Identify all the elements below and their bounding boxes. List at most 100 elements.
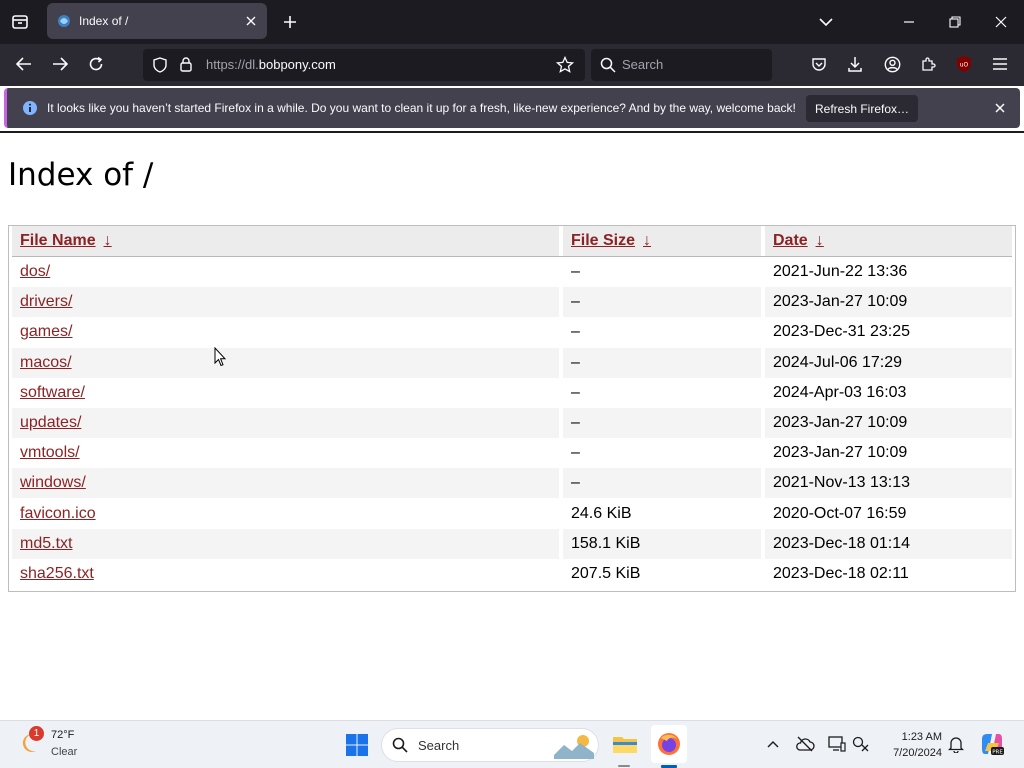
tracking-protection-shield-icon[interactable] [152, 57, 168, 77]
display-settings-icon[interactable] [826, 734, 848, 754]
file-link[interactable]: macos/ [20, 354, 72, 372]
firefox-taskbar-icon[interactable] [651, 725, 687, 763]
file-name-cell: dos/ [12, 257, 559, 287]
sort-by-date-link[interactable]: Date ↓ [773, 232, 824, 250]
account-icon[interactable] [876, 48, 908, 80]
file-link[interactable]: drivers/ [20, 293, 72, 311]
table-row: software/ – 2024-Apr-03 16:03 [12, 378, 1012, 408]
network-volume-icon[interactable] [850, 734, 872, 754]
cloud-offline-icon[interactable] [794, 734, 816, 754]
file-date-cell: 2023-Dec-18 01:14 [765, 528, 1012, 559]
taskbar-search-icon [392, 737, 408, 757]
new-tab-button[interactable] [270, 2, 310, 42]
page-title: Index of / [8, 157, 154, 193]
file-link[interactable]: dos/ [20, 263, 50, 281]
search-icon [600, 57, 616, 77]
info-icon [22, 100, 38, 120]
url-text: https://dl.bobpony.com [206, 57, 336, 72]
file-link[interactable]: windows/ [20, 474, 86, 492]
sort-by-name-link[interactable]: File Name ↓ [20, 232, 112, 250]
file-size-cell: 158.1 KiB [563, 528, 761, 559]
list-tabs-chevron-icon[interactable] [806, 2, 846, 42]
file-date-cell: 2023-Jan-27 10:09 [765, 287, 1012, 318]
table-row: favicon.ico 24.6 KiB 2020-Oct-07 16:59 [12, 499, 1012, 529]
notification-bell-icon[interactable] [946, 734, 966, 754]
file-size-cell: – [563, 408, 761, 438]
column-header-file-size: File Size ↓ [563, 226, 761, 256]
file-size-cell: – [571, 263, 580, 280]
taskbar-search-placeholder: Search [418, 738, 460, 753]
tab-overview-icon[interactable] [0, 2, 40, 42]
search-bar[interactable]: Search [591, 49, 772, 81]
file-name-cell: sha256.txt [12, 559, 559, 589]
file-name-cell: favicon.ico [12, 499, 559, 529]
file-date-cell: 2023-Dec-31 23:25 [773, 323, 910, 341]
file-size-cell: – [563, 287, 761, 318]
clock-time: 1:23 AM [901, 731, 942, 743]
file-date-cell: 2021-Nov-13 13:13 [765, 468, 1012, 499]
svg-text:uO: uO [960, 62, 969, 69]
file-size-cell: 24.6 KiB [571, 504, 632, 522]
file-date-cell: 2024-Jul-06 17:29 [765, 347, 1012, 378]
file-link[interactable]: favicon.ico [20, 505, 96, 523]
tab-close-icon[interactable] [241, 11, 261, 31]
downloads-icon[interactable] [839, 48, 871, 80]
table-row: games/ – 2023-Dec-31 23:25 [12, 317, 1012, 347]
taskbar-search-box[interactable]: Search [381, 728, 599, 762]
close-window-button[interactable] [981, 2, 1021, 42]
column-header-file-name: File Name ↓ [12, 226, 559, 256]
refresh-firefox-button[interactable]: Refresh Firefox… [806, 95, 918, 122]
file-listing-table: File Name ↓ File Size ↓ Date ↓ dos/–2021-Ju… [8, 225, 1016, 592]
pocket-icon[interactable] [803, 48, 835, 80]
menu-hamburger-icon[interactable] [984, 48, 1016, 80]
file-name-cell: games/ [12, 317, 559, 347]
file-link[interactable]: md5.txt [20, 535, 72, 553]
system-clock[interactable]: 1:23 AM 7/20/2024 [876, 729, 942, 761]
tab-strip: Index of / [0, 0, 1024, 44]
file-date-cell: 2021-Jun-22 13:36 [773, 263, 908, 280]
lock-icon[interactable] [179, 56, 193, 76]
table-row: dos/ – 2021-Jun-22 13:36 [12, 257, 1012, 287]
file-name-cell: md5.txt [12, 528, 559, 559]
file-size-cell: 207.5 KiB [571, 565, 641, 582]
copilot-icon[interactable]: PRE [978, 730, 1006, 758]
reload-button[interactable] [80, 48, 112, 80]
file-link[interactable]: vmtools/ [20, 444, 80, 462]
notification-close-icon[interactable] [991, 99, 1009, 117]
browser-tab[interactable]: Index of / [47, 3, 267, 39]
temperature-text: 72°F [51, 729, 75, 741]
file-name-cell: macos/ [12, 347, 559, 378]
navigation-toolbar: https://dl.bobpony.com Search uO [0, 44, 1024, 86]
search-placeholder: Search [622, 57, 664, 72]
file-link[interactable]: games/ [20, 323, 72, 341]
file-size-cell: – [563, 468, 761, 499]
file-date-cell: 2020-Oct-07 16:59 [773, 504, 907, 522]
sort-by-size-link[interactable]: File Size ↓ [571, 232, 651, 250]
file-name-cell: drivers/ [12, 287, 559, 318]
windows-taskbar: 1 72°F Clear Search 1:23 AM 7/20/2024 PR… [0, 720, 1024, 768]
file-date-cell: 2023-Jan-27 10:09 [765, 408, 1012, 438]
windows-start-icon[interactable] [341, 729, 373, 761]
file-link[interactable]: sha256.txt [20, 565, 94, 583]
bookmark-star-icon[interactable] [555, 55, 575, 78]
file-date-cell: 2023-Dec-18 02:11 [773, 565, 909, 582]
address-bar[interactable]: https://dl.bobpony.com [143, 49, 585, 81]
table-row: macos/ –2024-Jul-06 17:29 [12, 347, 1012, 378]
clock-date: 7/20/2024 [893, 747, 942, 759]
forward-button[interactable] [44, 48, 76, 80]
column-header-date: Date ↓ [765, 226, 1012, 256]
minimize-button[interactable] [889, 2, 929, 42]
file-size-cell: – [571, 444, 580, 462]
table-header-row: File Name ↓ File Size ↓ Date ↓ [12, 226, 1012, 256]
notification-bar: It looks like you haven’t started Firefo… [4, 88, 1020, 128]
extensions-puzzle-icon[interactable] [912, 48, 944, 80]
show-hidden-icons-chevron-icon[interactable] [764, 735, 782, 753]
file-explorer-icon[interactable] [608, 727, 642, 761]
file-link[interactable]: updates/ [20, 414, 81, 432]
file-size-cell: – [563, 347, 761, 378]
weather-widget[interactable]: 1 72°F Clear [14, 721, 124, 768]
back-button[interactable] [8, 48, 40, 80]
restore-button[interactable] [935, 2, 975, 42]
file-link[interactable]: software/ [20, 384, 85, 402]
ublock-origin-icon[interactable]: uO [948, 48, 980, 80]
